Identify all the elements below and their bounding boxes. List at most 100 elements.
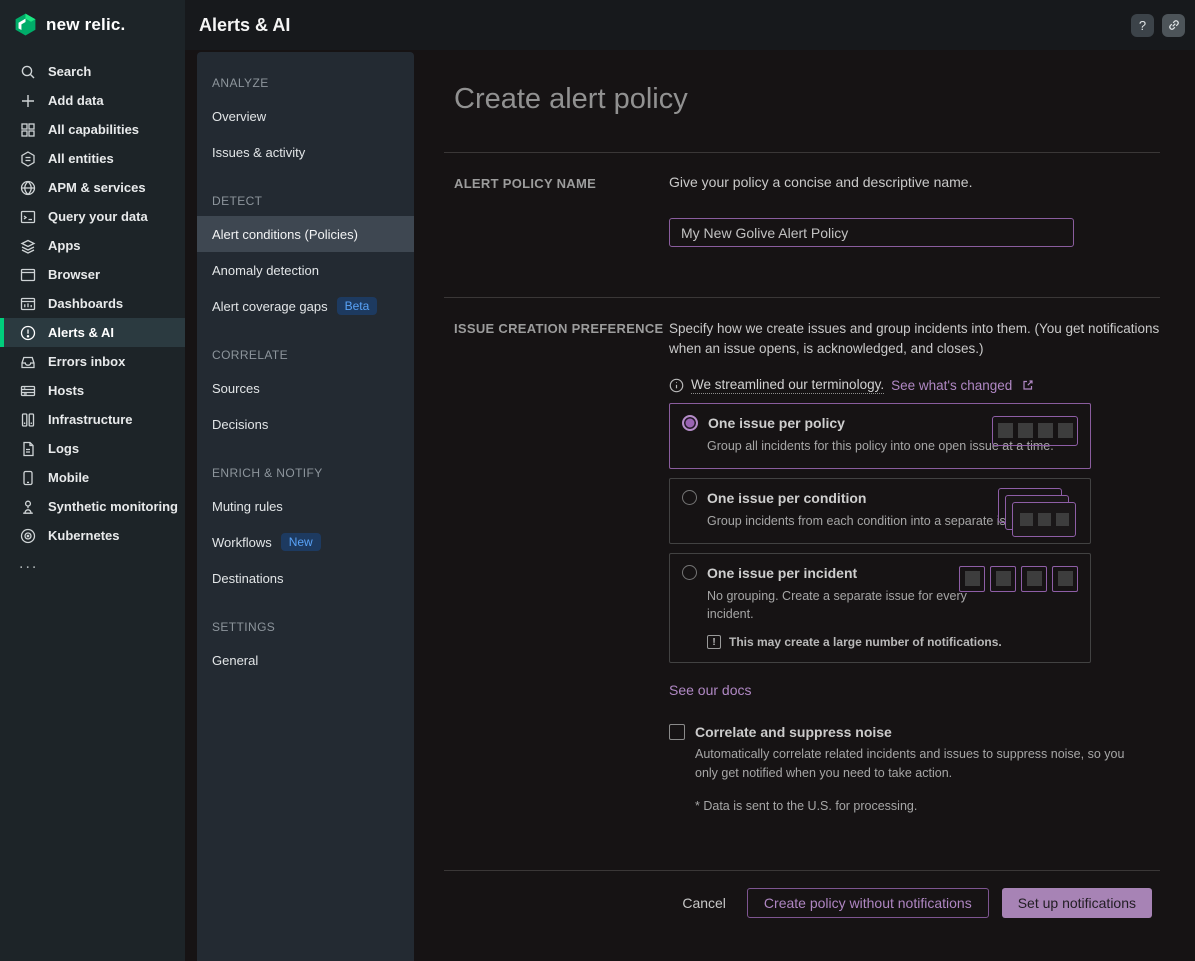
terminal-icon: [19, 208, 37, 226]
subnav-section-title: ANALYZE: [197, 66, 414, 98]
policy-name-row: ALERT POLICY NAME Give your policy a con…: [414, 153, 1195, 297]
subnav-section-title: SETTINGS: [197, 610, 414, 642]
cancel-button[interactable]: Cancel: [674, 888, 734, 918]
sidebar-item-errors-inbox[interactable]: Errors inbox: [0, 347, 185, 376]
one-issue-per-condition-icon: [998, 488, 1078, 538]
set-up-notifications-button[interactable]: Set up notifications: [1002, 888, 1152, 918]
subnav-item-alert-conditions[interactable]: Alert conditions (Policies): [197, 216, 414, 252]
issue-option-card-policy[interactable]: One issue per policy Group all incidents…: [669, 403, 1091, 469]
sidebar-item-apm-services[interactable]: APM & services: [0, 173, 185, 202]
issue-preference-label: ISSUE CREATION PREFERENCE: [454, 319, 669, 813]
subnav-item-overview[interactable]: Overview: [197, 98, 414, 134]
external-link-icon[interactable]: [1021, 378, 1035, 392]
policy-name-help: Give your policy a concise and descripti…: [669, 174, 1160, 190]
subnav-item-label: Decisions: [212, 417, 268, 432]
radio-button[interactable]: [682, 565, 697, 580]
subnav-item-muting-rules[interactable]: Muting rules: [197, 488, 414, 524]
sidebar-item-label: APM & services: [48, 180, 146, 195]
sidebar-nav: Search Add data All capabilities All ent…: [0, 57, 185, 578]
new-relic-mark-icon: [13, 12, 38, 37]
help-button[interactable]: ?: [1131, 14, 1154, 37]
subnav-item-alert-coverage-gaps[interactable]: Alert coverage gaps Beta: [197, 288, 414, 324]
subnav-item-label: Anomaly detection: [212, 263, 319, 278]
correlate-description: Automatically correlate related incident…: [695, 745, 1140, 783]
one-issue-per-policy-icon: [992, 416, 1078, 446]
sidebar-item-mobile[interactable]: Mobile: [0, 463, 185, 492]
subnav-item-label: General: [212, 653, 258, 668]
subnav-item-label: Alert coverage gaps: [212, 299, 328, 314]
subnav-item-issues-activity[interactable]: Issues & activity: [197, 134, 414, 170]
sidebar-item-browser[interactable]: Browser: [0, 260, 185, 289]
sidebar-item-logs[interactable]: Logs: [0, 434, 185, 463]
subnav-item-general[interactable]: General: [197, 642, 414, 678]
sidebar-item-search[interactable]: Search: [0, 57, 185, 86]
sidebar-item-label: Hosts: [48, 383, 84, 398]
issue-preference-description: Specify how we create issues and group i…: [669, 319, 1160, 360]
option-title: One issue per condition: [707, 490, 866, 506]
radio-button-selected[interactable]: [682, 415, 698, 431]
sidebar-item-add-data[interactable]: Add data: [0, 86, 185, 115]
sidebar-item-label: Synthetic monitoring: [48, 499, 178, 514]
radio-button[interactable]: [682, 490, 697, 505]
policy-name-label: ALERT POLICY NAME: [454, 174, 669, 247]
synthetic-icon: [19, 498, 37, 516]
new-badge: New: [281, 533, 321, 551]
subnav-item-anomaly-detection[interactable]: Anomaly detection: [197, 252, 414, 288]
sidebar-item-query-your-data[interactable]: Query your data: [0, 202, 185, 231]
new-relic-logo[interactable]: new relic.: [0, 0, 185, 51]
sidebar-item-label: Add data: [48, 93, 104, 108]
terminology-note-link[interactable]: We streamlined our terminology.: [691, 377, 884, 394]
sidebar-more-button[interactable]: ...: [0, 550, 185, 578]
correlate-label: Correlate and suppress noise: [695, 724, 892, 740]
sidebar-item-apps[interactable]: Apps: [0, 231, 185, 260]
alert-icon: [19, 324, 37, 342]
sidebar-item-infrastructure[interactable]: Infrastructure: [0, 405, 185, 434]
subnav-section-title: DETECT: [197, 184, 414, 216]
option-title: One issue per incident: [707, 565, 857, 581]
phone-icon: [19, 469, 37, 487]
help-icon: ?: [1139, 18, 1146, 33]
sidebar-item-label: Infrastructure: [48, 412, 133, 427]
sidebar-item-kubernetes[interactable]: Kubernetes: [0, 521, 185, 550]
plus-icon: [19, 92, 37, 110]
sidebar-item-label: Logs: [48, 441, 79, 456]
sidebar-item-synthetic-monitoring[interactable]: Synthetic monitoring: [0, 492, 185, 521]
page-title: Create alert policy: [414, 50, 1195, 116]
issue-option-card-condition[interactable]: One issue per condition Group incidents …: [669, 478, 1091, 544]
info-icon: [669, 378, 684, 393]
option-description: No grouping. Create a separate issue for…: [707, 587, 1007, 623]
beta-badge: Beta: [337, 297, 378, 315]
infrastructure-icon: [19, 411, 37, 429]
subnav-item-label: Alert conditions (Policies): [212, 227, 358, 242]
sidebar-item-hosts[interactable]: Hosts: [0, 376, 185, 405]
dashboard-icon: [19, 295, 37, 313]
issue-preference-row: ISSUE CREATION PREFERENCE Specify how we…: [414, 298, 1195, 813]
sidebar-item-label: Errors inbox: [48, 354, 125, 369]
right-region: Alerts & AI ? ANALYZE Overview Issues & …: [185, 0, 1195, 961]
sidebar-item-dashboards[interactable]: Dashboards: [0, 289, 185, 318]
sidebar-item-label: Mobile: [48, 470, 89, 485]
correlate-checkbox[interactable]: [669, 724, 685, 740]
policy-name-input[interactable]: [669, 218, 1074, 247]
subnav-item-sources[interactable]: Sources: [197, 370, 414, 406]
logs-icon: [19, 440, 37, 458]
layers-icon: [19, 237, 37, 255]
sidebar-item-all-capabilities[interactable]: All capabilities: [0, 115, 185, 144]
globe-icon: [19, 179, 37, 197]
sidebar-item-label: Alerts & AI: [48, 325, 114, 340]
issue-option-card-incident[interactable]: One issue per incident No grouping. Crea…: [669, 553, 1091, 663]
subnav-item-decisions[interactable]: Decisions: [197, 406, 414, 442]
sidebar-item-label: Search: [48, 64, 91, 79]
data-processing-footnote: * Data is sent to the U.S. for processin…: [695, 799, 1160, 813]
hosts-icon: [19, 382, 37, 400]
permalink-button[interactable]: [1162, 14, 1185, 37]
option-warning: ! This may create a large number of noti…: [707, 635, 1078, 649]
see-whats-changed-link[interactable]: See what's changed: [891, 378, 1012, 393]
subnav-item-workflows[interactable]: WorkflowsNew: [197, 524, 414, 560]
sidebar-item-all-entities[interactable]: All entities: [0, 144, 185, 173]
sidebar-item-alerts-ai[interactable]: Alerts & AI: [0, 318, 185, 347]
subnav-item-destinations[interactable]: Destinations: [197, 560, 414, 596]
subnav-section-title: CORRELATE: [197, 338, 414, 370]
create-policy-without-notifications-button[interactable]: Create policy without notifications: [747, 888, 989, 918]
see-our-docs-link[interactable]: See our docs: [669, 682, 752, 698]
